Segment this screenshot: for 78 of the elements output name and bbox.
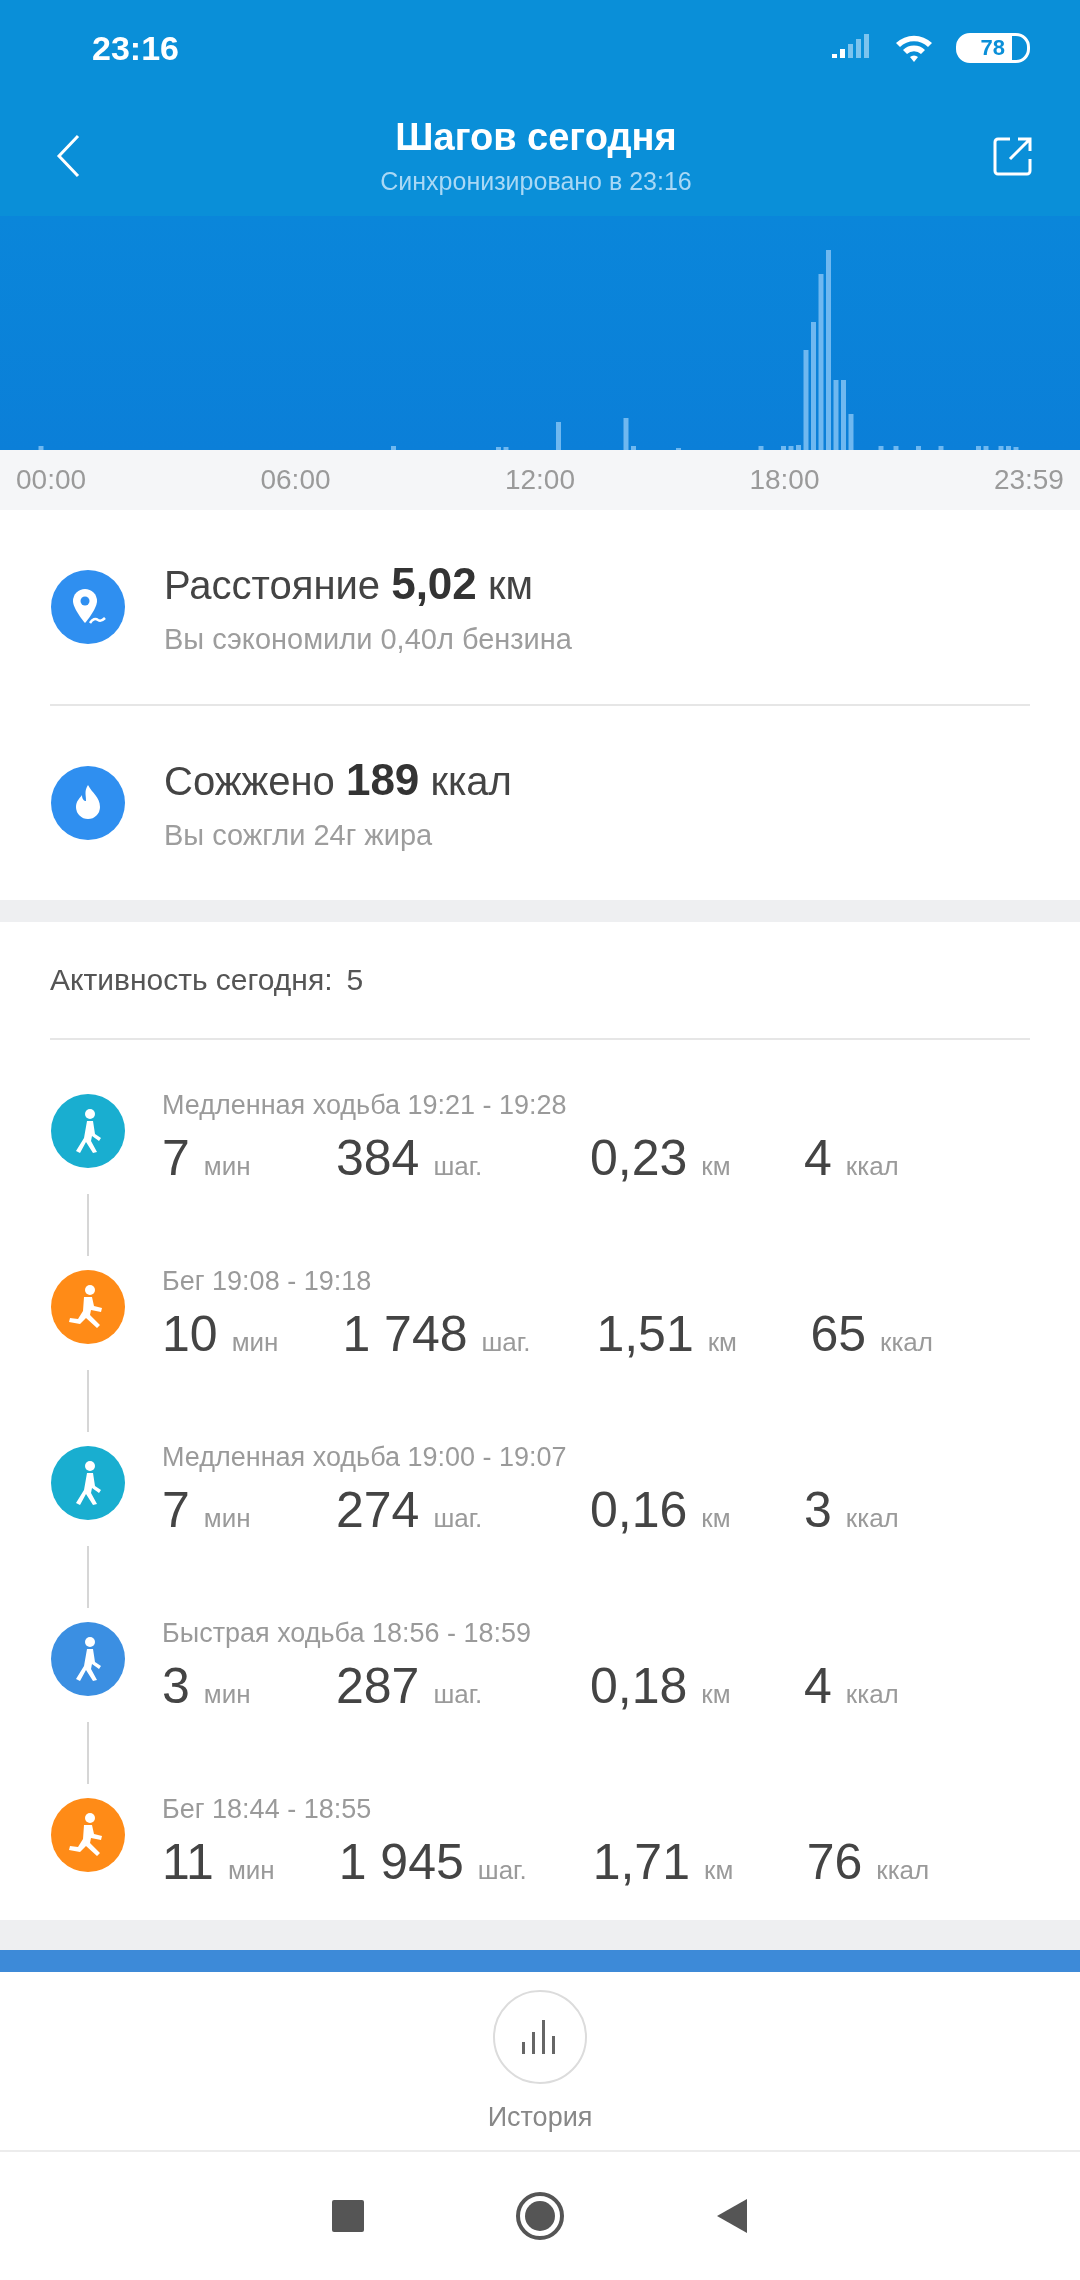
history-label: История [487,2101,593,2133]
summary-note: Вы сожгли 24г жира [164,818,434,852]
metric-unit: шаг. [481,1327,531,1358]
metric-value: 65 [810,1305,866,1363]
circle-icon [515,2191,565,2241]
chart-bar [556,422,561,450]
page-title: Шагов сегодня [395,116,677,159]
metric-value: 3 [804,1481,832,1539]
metric-value: 76 [806,1833,863,1891]
axis-label: 00:00 [16,464,87,496]
metric-unit: мин [203,1679,251,1710]
metric-value: 7 [162,1481,190,1539]
chart-bar [1013,447,1019,450]
activity-title: Медленная ходьба 19:21 - 19:28 [162,1090,568,1121]
chart-bar [503,447,509,450]
metric-value: 0,16 [590,1481,688,1539]
activity-heading: Активность сегодня: [50,963,333,997]
metric-unit: ккал [845,1503,899,1534]
metric-value: 4 [804,1657,832,1715]
metric-unit: км [701,1503,731,1534]
axis-label: 12:00 [504,464,575,496]
status-time: 23:16 [92,28,179,68]
metric-unit: шаг. [433,1503,483,1534]
metric-unit: мин [203,1151,251,1182]
metric-value: 0,23 [590,1129,688,1187]
summary-headline: Сожжено 189 ккал [164,754,512,805]
metric-unit: ккал [880,1327,933,1358]
activity-title: Медленная ходьба 19:00 - 19:07 [162,1442,568,1473]
activity-title: Бег 18:44 - 18:55 [162,1794,373,1825]
metric-value: 287 [336,1657,420,1715]
metric-unit: км [701,1679,731,1710]
home-button[interactable] [515,2191,565,2241]
metric-value: 0,18 [590,1657,688,1715]
chart-bar [496,447,501,450]
sync-status: Синхронизировано в 23:16 [380,167,692,196]
back-nav-button[interactable] [715,2197,749,2235]
metric-unit: ккал [876,1855,930,1886]
metric-value: 274 [336,1481,420,1539]
activity-count: 5 [346,963,364,997]
chart-bar [833,380,839,450]
metric-unit: км [704,1855,734,1886]
metric-unit: мин [227,1855,275,1886]
metric-value: 1,71 [592,1833,690,1891]
metric-value: 3 [162,1657,190,1715]
metric-value: 1,51 [596,1305,694,1363]
metric-unit: шаг. [477,1855,527,1886]
axis-label: 23:59 [993,464,1064,496]
metric-value: 1 748 [342,1305,468,1363]
metric-unit: мин [203,1503,251,1534]
activity-title: Быстрая ходьба 18:56 - 18:59 [162,1618,533,1649]
metric-value: 7 [162,1129,190,1187]
metric-value: 384 [336,1129,420,1187]
metric-unit: шаг. [433,1679,483,1710]
activity-title: Бег 19:08 - 19:18 [162,1266,373,1297]
metric-unit: шаг. [433,1151,483,1182]
square-icon [331,2199,365,2233]
metric-value: 1 945 [338,1833,464,1891]
battery-indicator: 78 [955,33,1030,63]
summary-note: Вы сэкономили 0,40л бензина [164,622,572,656]
metric-unit: ккал [845,1151,899,1182]
metric-unit: км [701,1151,731,1182]
metric-value: 10 [162,1305,218,1363]
chart-bar [623,418,629,450]
chart-bar [841,380,846,450]
metric-unit: мин [231,1327,279,1358]
axis-label: 18:00 [749,464,820,496]
chart-bar [848,414,854,450]
flame-icon [50,765,126,841]
share-icon [992,135,1034,177]
metric-value: 4 [804,1129,832,1187]
metric-unit: км [707,1327,737,1358]
recents-button[interactable] [331,2199,365,2233]
metric-value: 11 [162,1833,214,1891]
triangle-icon [715,2197,749,2235]
axis-label: 06:00 [260,464,331,496]
metric-unit: ккал [845,1679,899,1710]
location-pin-icon [50,569,126,645]
summary-headline: Расстояние 5,02 км [164,558,534,609]
